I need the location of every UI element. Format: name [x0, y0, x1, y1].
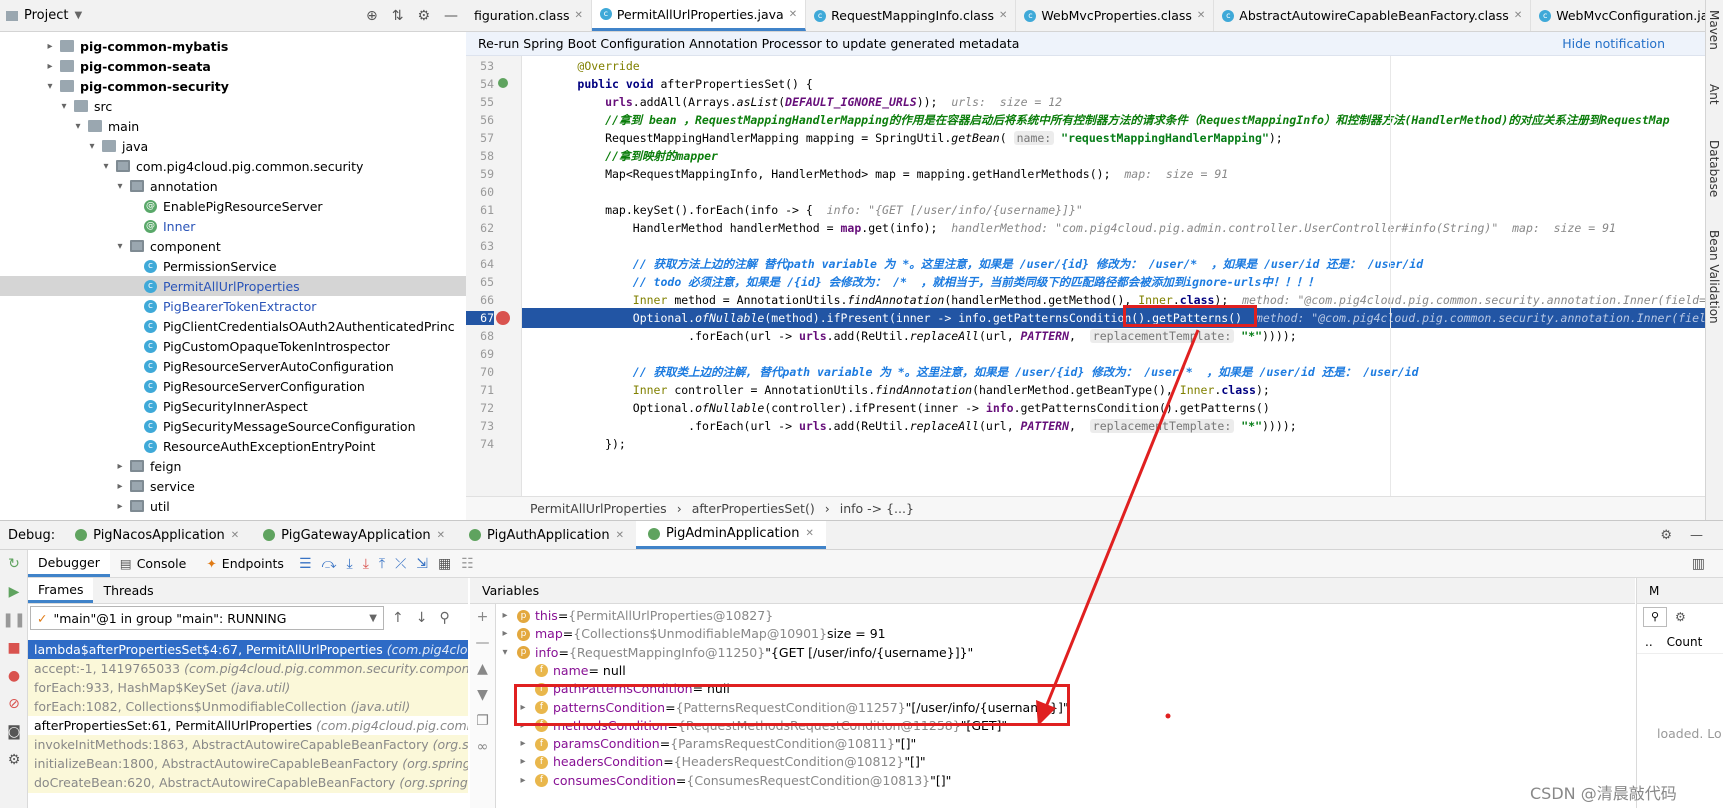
- ide-window: Project ▼ ⊕ ⇅ ⚙ — ▸ pig-common-mybatis ▸ pi…: [0, 0, 1723, 808]
- watermark: CSDN @清晨敲代码: [1530, 784, 1677, 803]
- annotation-arrow: [1036, 329, 1200, 726]
